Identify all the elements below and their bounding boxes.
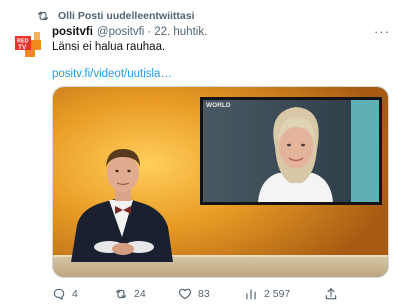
reply-button[interactable]: 4	[52, 285, 78, 303]
retweet-count: 24	[134, 288, 146, 300]
retweet-button[interactable]: 24	[114, 285, 146, 303]
more-icon: ···	[374, 23, 390, 39]
views-button[interactable]: 2 597	[244, 285, 290, 303]
retweet-icon	[115, 289, 127, 299]
share-button[interactable]	[324, 287, 338, 301]
like-count: 83	[198, 288, 210, 300]
tweet-link[interactable]: positv.fi/videot/uutisla…	[52, 67, 172, 82]
avatar[interactable]: RED TV	[12, 26, 46, 60]
display-name[interactable]: positvfi	[52, 26, 93, 38]
retweet-indicator[interactable]: Olli Posti uudelleentwiittasi	[36, 9, 195, 23]
inset-logo: WORLD	[206, 102, 231, 109]
retweet-text: Olli Posti uudelleentwiittasi	[58, 10, 195, 22]
tweet-header: positvfi @positvfi · 22. huhtik.	[52, 24, 392, 39]
tweet-actions: 4 24 83 2 597	[52, 285, 352, 303]
separator: ·	[147, 25, 152, 38]
like-button[interactable]: 83	[178, 285, 210, 303]
svg-text:TV: TV	[18, 44, 27, 51]
heart-icon	[178, 288, 192, 300]
tweet-video-thumbnail[interactable]: WORLD	[52, 86, 389, 278]
tweet-text: Länsi ei halua rauhaa.	[52, 41, 166, 53]
view-count: 2 597	[264, 288, 291, 300]
retweet-icon	[37, 11, 49, 21]
more-options-button[interactable]: ···	[374, 23, 390, 39]
redtv-logo-icon: RED TV	[15, 32, 41, 57]
share-icon	[325, 288, 337, 300]
inset-video: WORLD	[200, 97, 382, 205]
reply-count: 4	[72, 288, 78, 300]
tweet-date[interactable]: 22. huhtik.	[154, 26, 207, 38]
user-handle[interactable]: @positvfi	[97, 26, 144, 38]
video-frame: WORLD	[53, 87, 388, 277]
reply-icon	[53, 288, 65, 300]
analytics-icon	[246, 289, 256, 300]
